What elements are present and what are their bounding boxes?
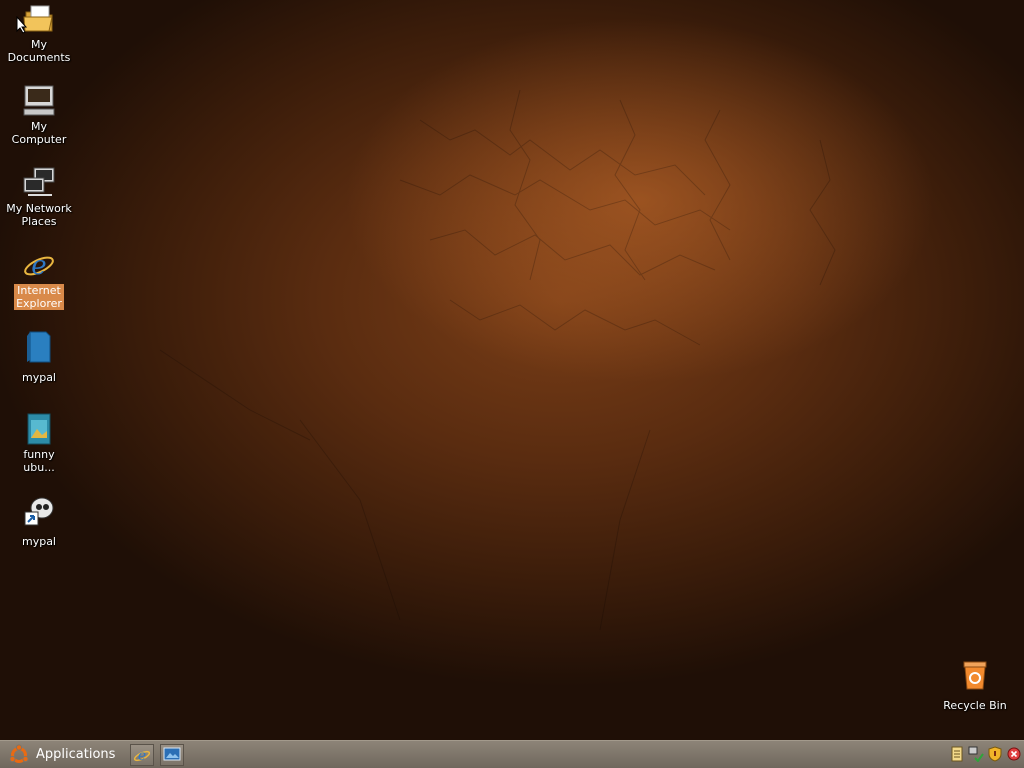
internet-explorer-icon: e (133, 748, 151, 764)
mypal-shortcut-icon (24, 497, 54, 526)
system-tray (949, 745, 1022, 763)
image-file-icon (27, 413, 51, 445)
svg-text:e: e (31, 251, 46, 281)
computer-icon (23, 85, 55, 116)
quick-launch-show-desktop[interactable] (160, 744, 184, 766)
cracked-texture (159, 89, 836, 631)
applications-menu-button[interactable]: Applications (4, 743, 123, 766)
ubuntu-logo-icon (9, 743, 29, 763)
close-alert-icon[interactable] (1006, 745, 1022, 763)
icon-label: Recycle Bin (943, 699, 1007, 712)
notes-icon[interactable] (949, 745, 965, 763)
desktop-icon-internet-explorer[interactable]: e Internet Explorer (0, 248, 78, 311)
icon-label: Internet Explorer (14, 284, 64, 310)
icon-label: mypal (21, 535, 56, 548)
security-shield-icon[interactable] (987, 745, 1003, 763)
desktop-icon-my-computer[interactable]: My Computer (0, 84, 78, 147)
svg-text:e: e (138, 748, 146, 764)
applications-label: Applications (36, 747, 116, 762)
desktop-icon-mypal-file[interactable]: mypal (0, 330, 78, 385)
icon-label: My Network Places (6, 202, 72, 228)
desktop-background[interactable]: My Documents My Computer My Network Plac… (0, 0, 1024, 740)
desktop-icon-funny-ubuntu[interactable]: funny ubu... (0, 412, 78, 475)
icon-label: mypal (21, 371, 56, 384)
mouse-cursor-icon (16, 16, 28, 34)
recycle-bin-icon (963, 661, 987, 690)
desktop-icon-recycle-bin[interactable]: Recycle Bin (936, 658, 1014, 713)
quick-launch-internet-explorer[interactable]: e (130, 744, 154, 766)
desktop-icon-my-documents[interactable]: My Documents (0, 2, 78, 65)
icon-label: My Documents (7, 38, 71, 64)
icon-label: My Computer (11, 120, 67, 146)
desktop-icon-mypal-shortcut[interactable]: mypal (0, 494, 78, 549)
blue-file-icon (27, 331, 51, 363)
network-status-icon[interactable] (968, 745, 984, 763)
show-desktop-icon (163, 747, 181, 761)
network-places-icon (23, 167, 55, 196)
taskbar: Applications e (0, 740, 1024, 768)
internet-explorer-icon: e (24, 251, 54, 281)
icon-label: funny ubu... (23, 448, 55, 474)
desktop-icon-my-network-places[interactable]: My Network Places (0, 166, 78, 229)
